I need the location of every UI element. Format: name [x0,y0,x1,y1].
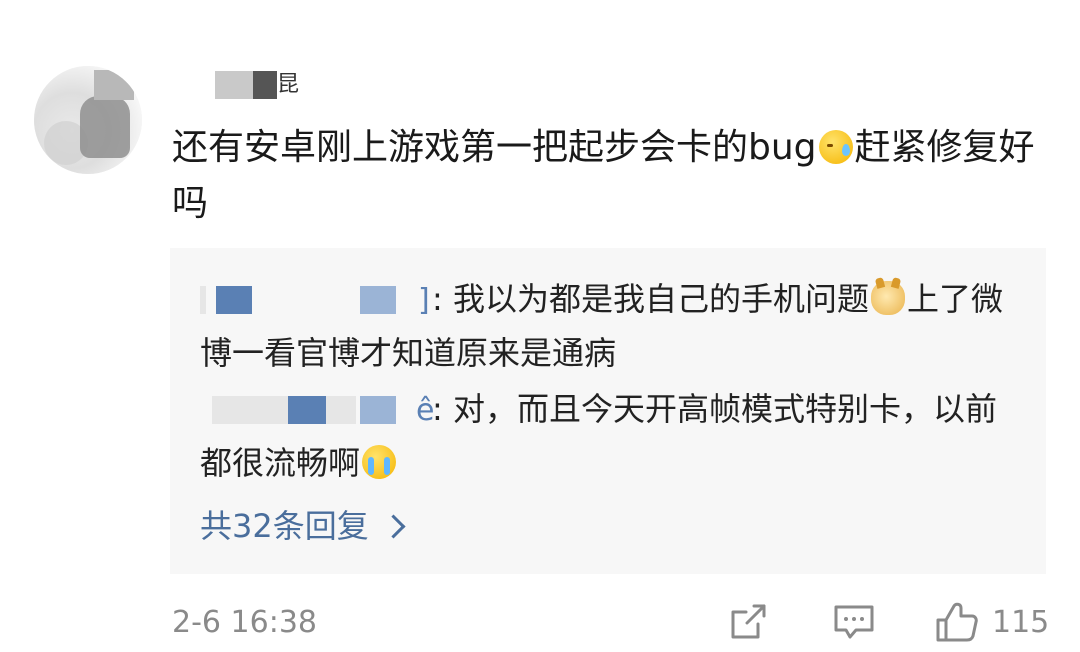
like-button[interactable]: 115 [934,600,1049,644]
comment-button[interactable] [832,600,876,644]
avatar-image [80,96,130,158]
avatar-image [94,70,134,100]
reply-item[interactable]: ê: 对，而且今天开高帧模式特别卡，以前都很流畅啊 [200,382,1020,490]
doge-emoji-icon [870,281,905,315]
thumbs-up-icon [936,602,978,642]
reply-username[interactable]: ê [200,393,434,428]
username-visible-part: ê [416,393,435,428]
reply-separator: : [432,280,443,318]
comment-timestamp: 2-6 16:38 [172,605,317,640]
chevron-right-icon [381,513,406,539]
reply-text-part: 我以为都是我自己的手机问题 [442,280,869,318]
comment-username[interactable]: 昆 [215,70,299,100]
username-mosaic [288,396,326,424]
username-mosaic [253,71,277,99]
username-visible-part: 昆 [277,72,300,97]
username-visible-part: ] [418,283,430,318]
reply-item[interactable]: ]: 我以为都是我自己的手机问题 上了微博一看官博才知道原来是通病 [200,272,1020,380]
like-count: 115 [992,604,1050,640]
username-mosaic [360,396,396,424]
more-replies-label: 共32条回复 [200,507,369,545]
reply-username[interactable]: ] [200,283,432,318]
username-mosaic [326,396,356,424]
view-all-replies-link[interactable]: 共32条回复 [200,502,406,550]
username-mosaic [200,286,206,314]
share-button[interactable] [728,600,768,644]
username-mosaic [212,396,288,424]
comment-icon [834,605,874,639]
username-mosaic [216,286,252,314]
share-icon [731,604,766,639]
comment-text-part: 还有安卓刚上游戏第一把起步会卡的bug [172,127,817,168]
user-avatar[interactable] [34,66,142,174]
sweat-emoji-icon [818,130,853,164]
crying-emoji-icon [362,445,397,479]
username-mosaic [215,71,253,99]
replies-panel[interactable]: ]: 我以为都是我自己的手机问题 上了微博一看官博才知道原来是通病 ê: 对，而且… [170,248,1046,574]
comment-text: 还有安卓刚上游戏第一把起步会卡的bug 赶紧修复好吗 [172,120,1042,232]
username-mosaic [360,286,396,314]
